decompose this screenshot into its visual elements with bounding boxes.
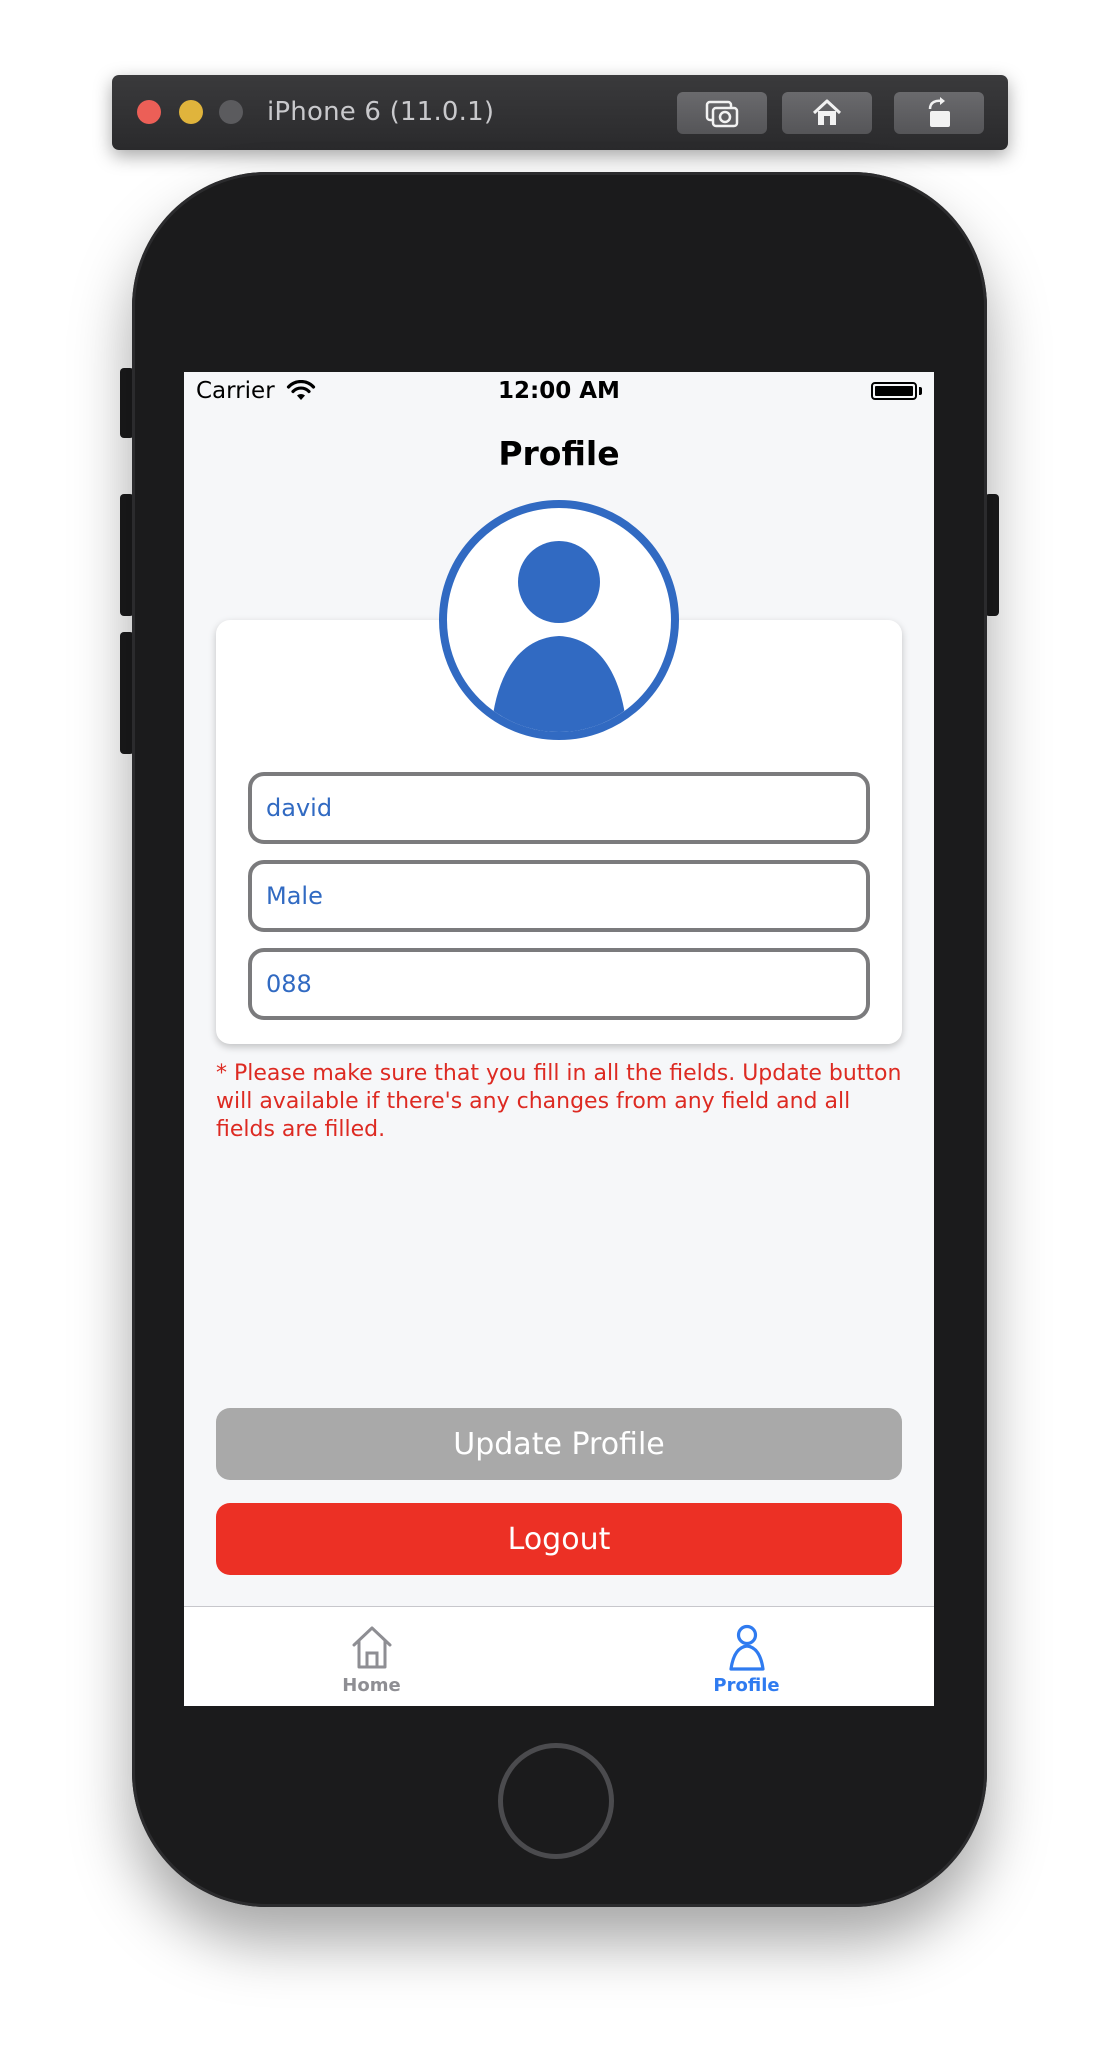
home-icon	[812, 99, 842, 125]
tab-profile-label: Profile	[713, 1675, 780, 1696]
status-time: 12:00 AM	[498, 378, 620, 404]
window-zoom-button[interactable]	[219, 100, 243, 124]
screenshot-icon	[705, 100, 739, 128]
simulator-stage: iPhone 6 (11.0.1) Carrier 12:00 AM Profi…	[0, 0, 1118, 2056]
window-close-button[interactable]	[137, 100, 161, 124]
tab-profile[interactable]: Profile	[559, 1607, 934, 1706]
home-button[interactable]	[782, 92, 872, 134]
battery-icon	[871, 382, 917, 400]
power-button	[985, 494, 999, 616]
update-profile-button[interactable]: Update Profile	[216, 1408, 902, 1480]
status-bar: Carrier 12:00 AM	[184, 372, 934, 412]
home-icon	[352, 1626, 391, 1669]
device-home-button[interactable]	[498, 1743, 614, 1859]
gender-field-value: Male	[266, 882, 323, 910]
phone-field-value: 088	[266, 970, 312, 998]
simulator-title-bar: iPhone 6 (11.0.1)	[112, 75, 1008, 150]
gender-field[interactable]: Male	[248, 860, 870, 932]
person-icon	[728, 1624, 765, 1671]
tab-home[interactable]: Home	[184, 1607, 559, 1706]
app-screen: Carrier 12:00 AM Profile david Male 088 …	[184, 372, 934, 1706]
user-avatar-icon	[491, 541, 627, 732]
tab-home-label: Home	[342, 1675, 401, 1696]
rotate-button[interactable]	[894, 92, 984, 134]
simulator-title: iPhone 6 (11.0.1)	[267, 97, 495, 127]
avatar[interactable]	[439, 500, 679, 740]
name-field-value: david	[266, 794, 333, 822]
battery-tip	[919, 387, 922, 395]
window-minimize-button[interactable]	[179, 100, 203, 124]
tab-bar: Home Profile	[184, 1606, 934, 1706]
phone-field[interactable]: 088	[248, 948, 870, 1020]
form-hint-text: * Please make sure that you fill in all …	[216, 1061, 902, 1142]
screenshot-button[interactable]	[677, 92, 767, 134]
rotate-icon	[928, 97, 950, 127]
name-field[interactable]: david	[248, 772, 870, 844]
logout-button[interactable]: Logout	[216, 1503, 902, 1575]
page-title: Profile	[498, 434, 620, 473]
